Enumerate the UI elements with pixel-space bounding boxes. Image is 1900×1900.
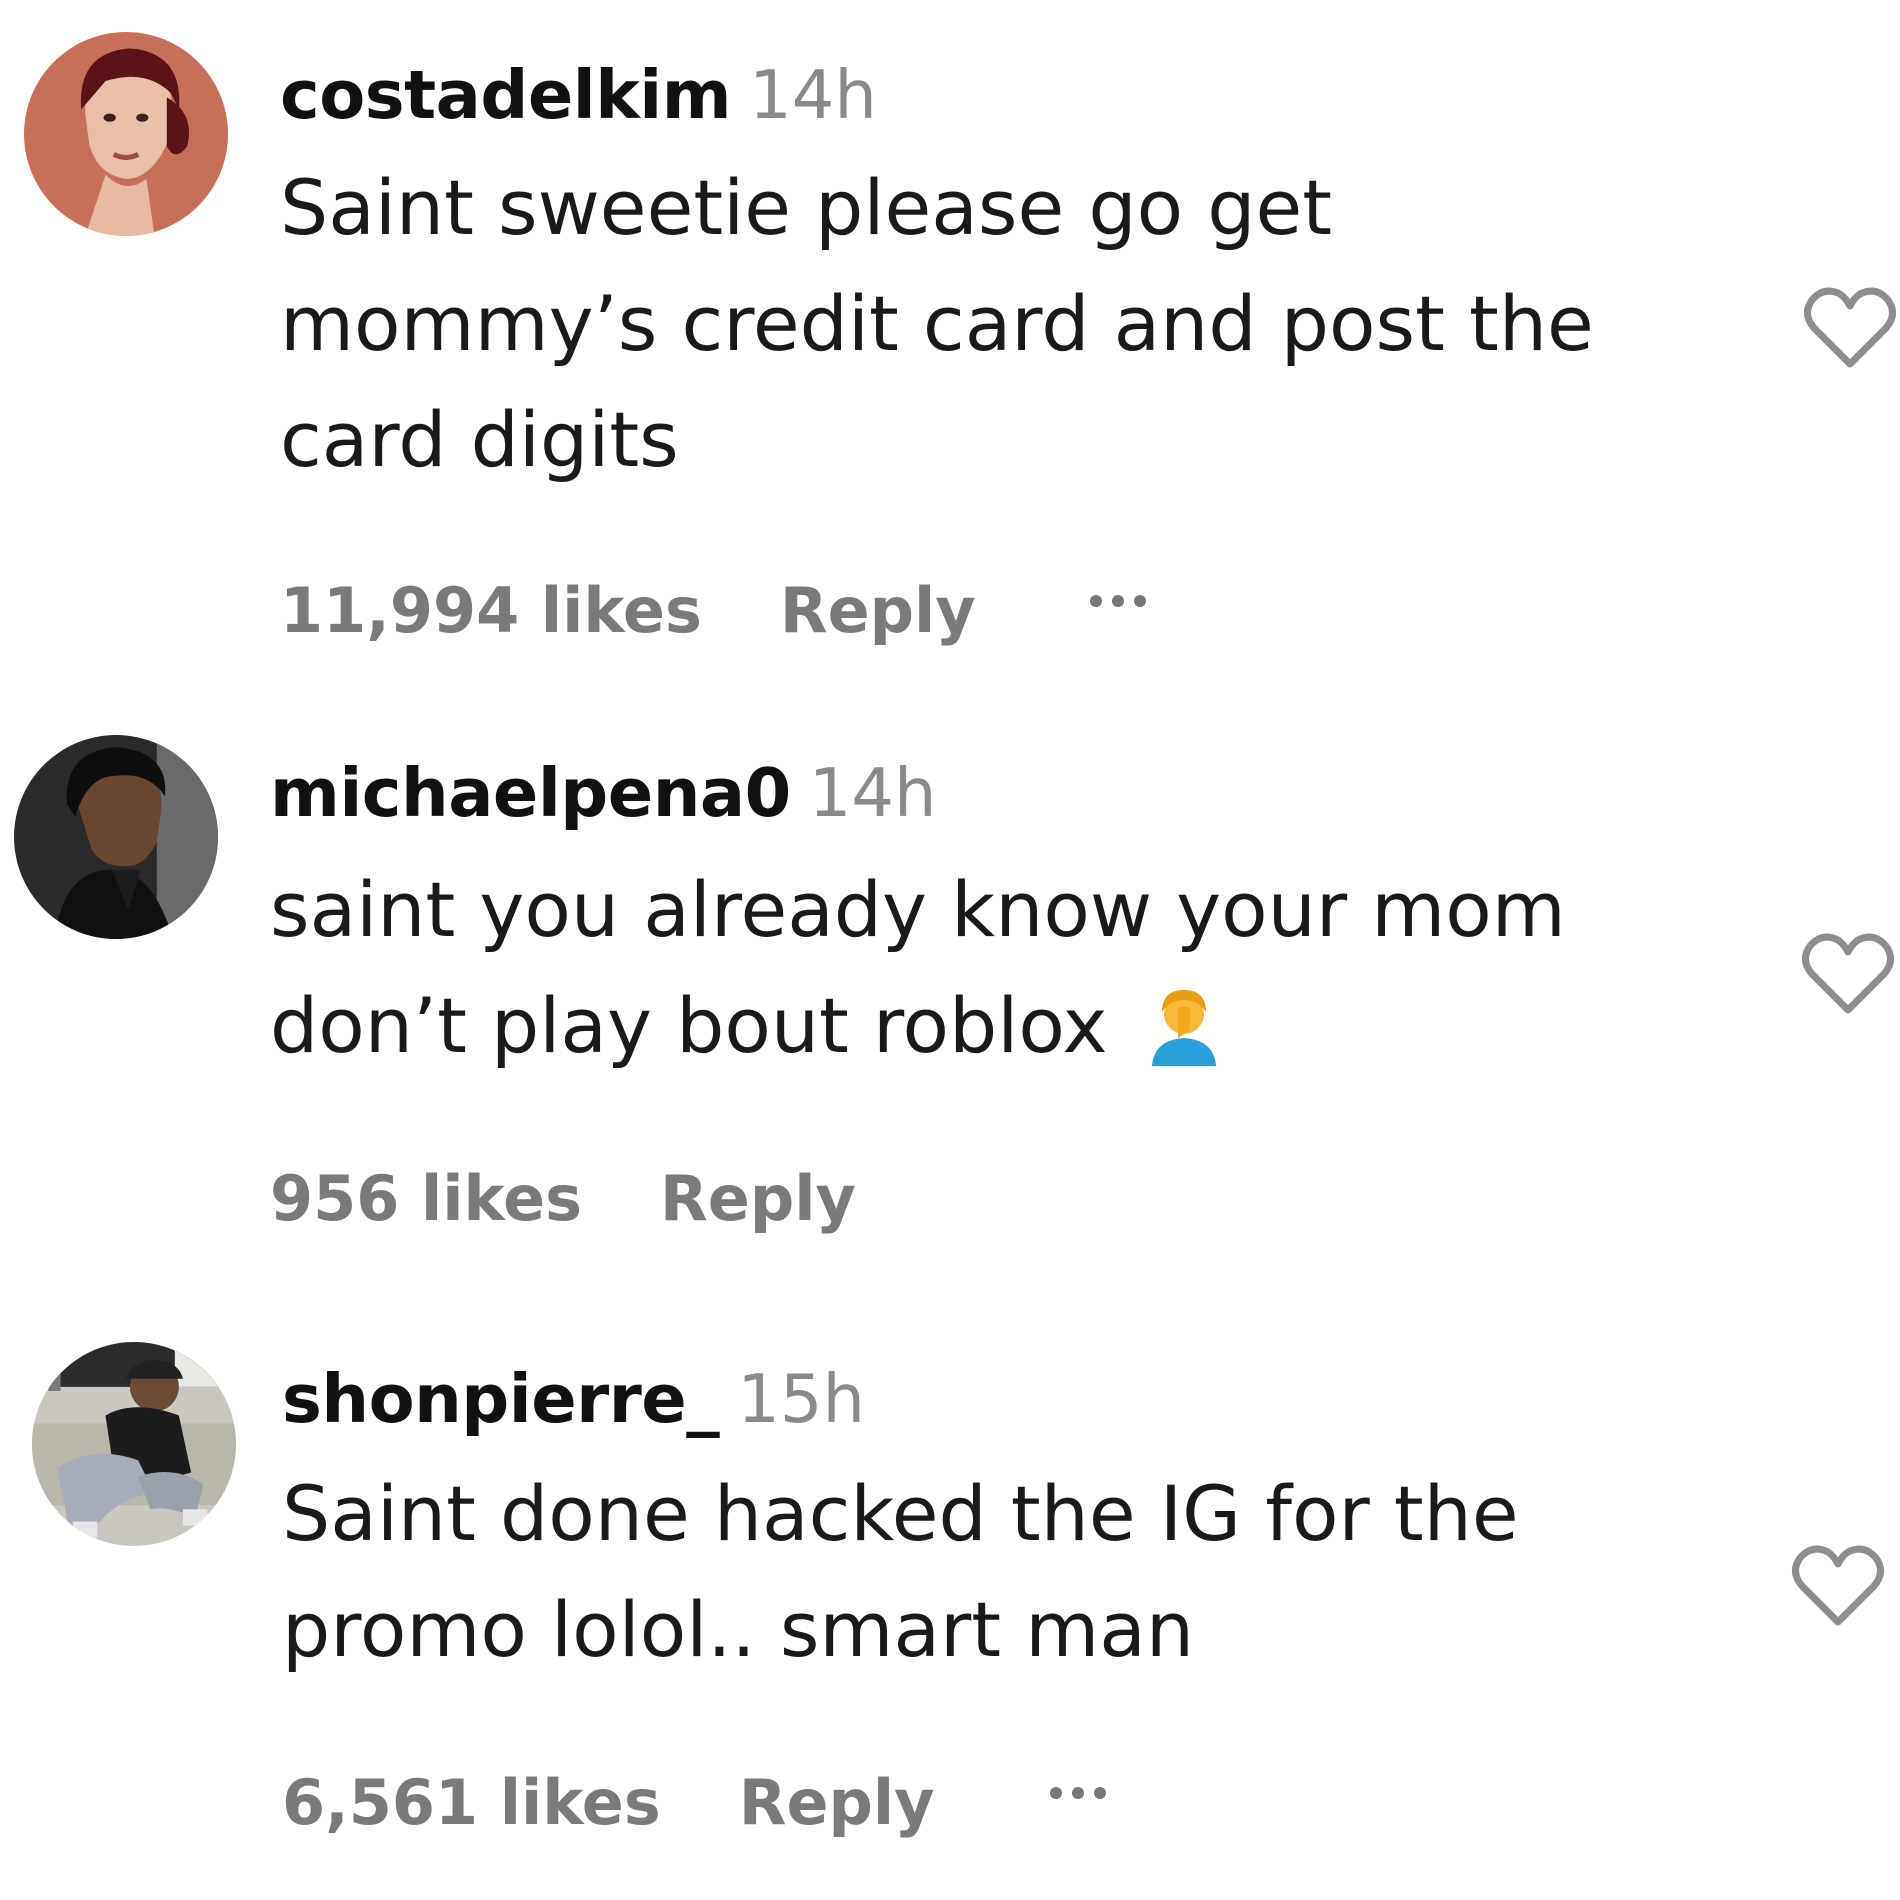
comment-header: shonpierre_ 15h xyxy=(282,1366,865,1433)
avatar[interactable] xyxy=(32,1342,236,1546)
comment-meta: 6,561 likes Reply xyxy=(282,1772,935,1834)
ellipsis-icon[interactable] xyxy=(1050,1784,1116,1803)
comment-item: shonpierre_ 15h Saint done hacked the IG … xyxy=(0,0,1900,1900)
comment-text: Saint done hacked the IG for the promo l… xyxy=(282,1469,1519,1674)
avatar-image xyxy=(32,1342,236,1546)
timestamp: 15h xyxy=(737,1360,865,1438)
likes-count[interactable]: 6,561 likes xyxy=(282,1766,661,1839)
username[interactable]: shonpierre_ xyxy=(282,1360,720,1438)
reply-button[interactable]: Reply xyxy=(739,1766,935,1839)
heart-outline-icon[interactable] xyxy=(1788,1540,1888,1630)
